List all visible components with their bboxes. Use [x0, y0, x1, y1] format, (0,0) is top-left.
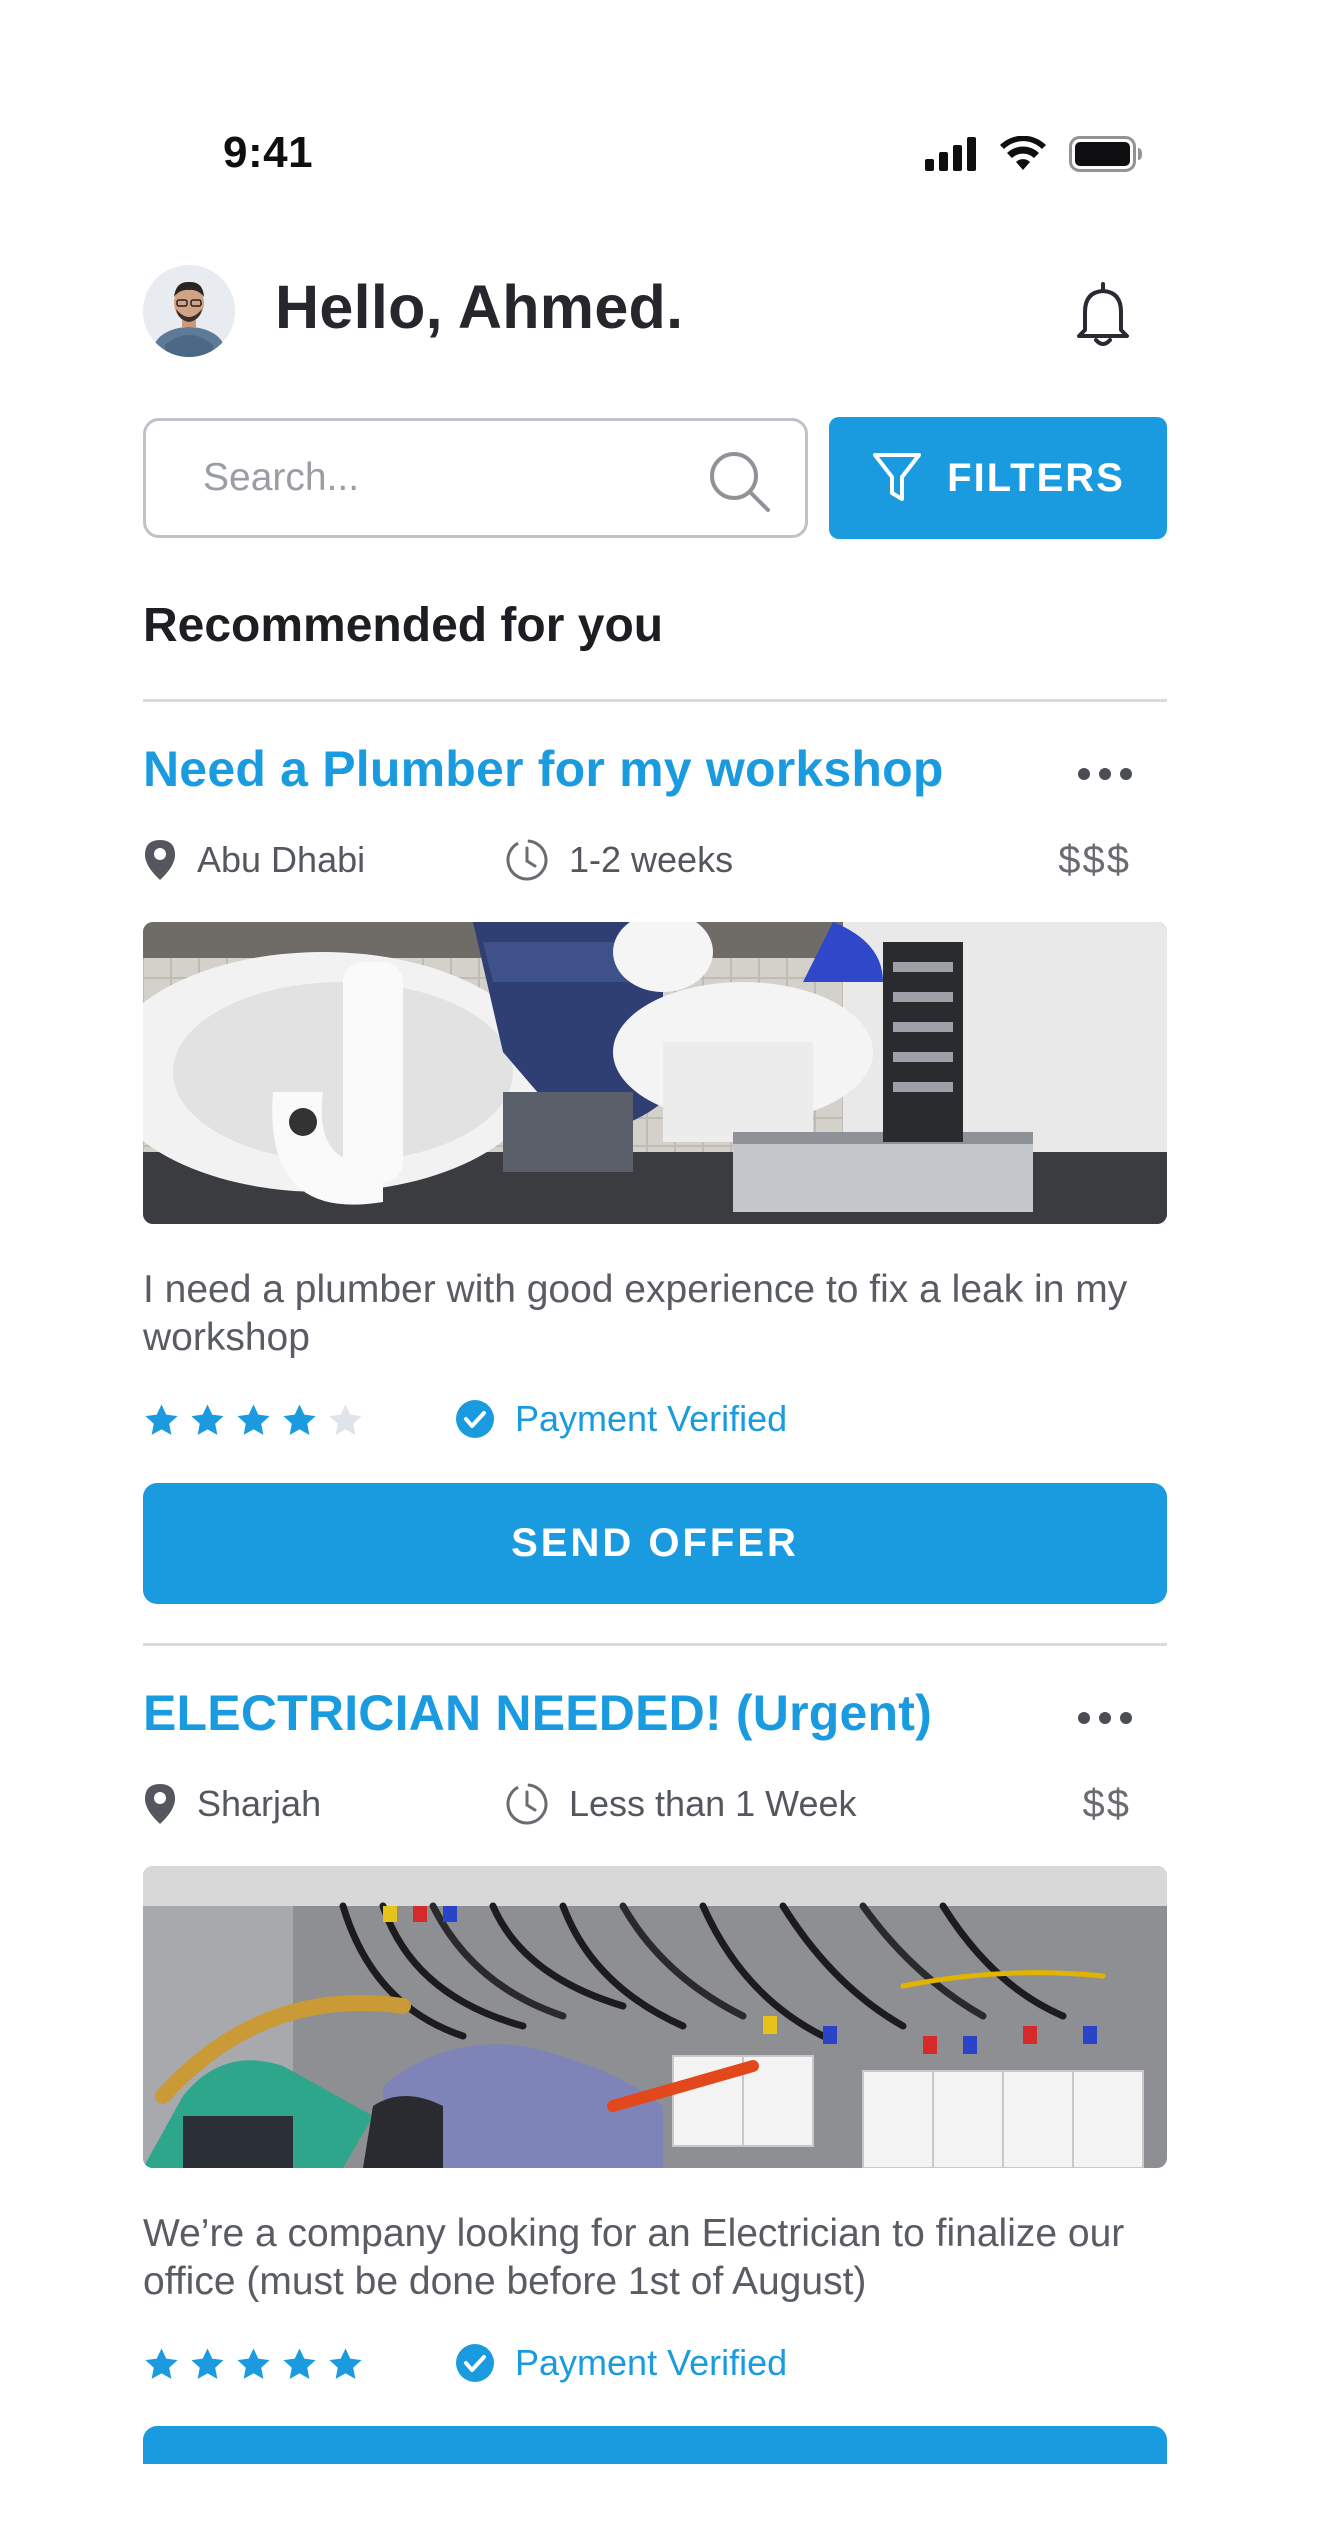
status-icons [925, 136, 1143, 172]
filter-funnel-icon [873, 453, 922, 501]
rating-stars [143, 1403, 364, 1439]
location-pin-icon [145, 1784, 175, 1824]
job-duration-text: 1-2 weeks [569, 839, 734, 880]
job-description: I need a plumber with good experience to… [143, 1268, 1128, 1359]
star-filled-icon [283, 1404, 316, 1435]
star-filled-icon [145, 2348, 178, 2379]
job-title[interactable]: Need a Plumber for my workshop [143, 740, 944, 798]
search-input[interactable] [203, 421, 723, 535]
star-filled-icon [145, 1404, 178, 1435]
plumbing-photo-icon [143, 922, 1167, 1224]
job-title[interactable]: ELECTRICIAN NEEDED! (Urgent) [143, 1684, 932, 1742]
job-location-text: Sharjah [197, 1783, 322, 1824]
payment-verified: Payment Verified [455, 2342, 787, 2384]
more-options-icon[interactable] [1078, 763, 1134, 785]
job-duration-text: Less than 1 Week [569, 1783, 857, 1824]
payment-verified-label: Payment Verified [515, 2342, 788, 2383]
star-filled-icon [237, 1404, 270, 1435]
job-meta-row: Abu Dhabi 1-2 weeks $$$ [143, 838, 1167, 888]
battery-icon [1069, 136, 1142, 172]
filters-button[interactable]: FILTERS [829, 417, 1167, 539]
job-rating-row: Payment Verified [143, 1398, 943, 1448]
more-options-icon[interactable] [1078, 1707, 1134, 1729]
star-filled-icon [237, 2348, 270, 2379]
job-meta-row: Sharjah Less than 1 Week $$ [143, 1782, 1167, 1832]
payment-verified: Payment Verified [455, 1398, 787, 1440]
user-avatar-icon [143, 265, 235, 357]
job-location: Sharjah [143, 1782, 321, 1826]
electrical-panel-photo-icon [143, 1866, 1167, 2168]
job-budget: $$$ [1058, 838, 1131, 882]
job-image-electrical [143, 1866, 1167, 2168]
job-location-text: Abu Dhabi [197, 839, 366, 880]
section-divider [143, 699, 1167, 702]
clock-icon [506, 1783, 548, 1825]
location-pin-icon [145, 840, 175, 880]
job-image-plumbing [143, 922, 1167, 1224]
send-offer-button-clipped[interactable] [143, 2426, 1167, 2464]
star-filled-icon [283, 2348, 316, 2379]
cellular-signal-icon [925, 137, 976, 171]
rating-stars [143, 2347, 364, 2383]
job-location: Abu Dhabi [143, 838, 365, 882]
star-filled-icon [329, 2348, 362, 2379]
job-rating-row: Payment Verified [143, 2342, 943, 2392]
job-duration: Less than 1 Week [505, 1782, 857, 1826]
filters-label: FILTERS [947, 455, 1125, 500]
star-filled-icon [191, 1404, 224, 1435]
job-budget: $$ [1082, 1782, 1131, 1826]
search-icon[interactable] [706, 448, 772, 514]
job-duration: 1-2 weeks [505, 838, 733, 882]
job-description: We’re a company looking for an Electrici… [143, 2212, 1125, 2303]
search-field[interactable] [143, 418, 808, 538]
star-filled-icon [191, 2348, 224, 2379]
status-time: 9:41 [223, 128, 314, 177]
payment-verified-label: Payment Verified [515, 1398, 788, 1439]
verified-check-icon [456, 2344, 494, 2382]
verified-check-icon [456, 1400, 494, 1438]
section-title: Recommended for you [143, 599, 664, 652]
card-divider [143, 1643, 1167, 1646]
clock-icon [506, 839, 548, 881]
avatar[interactable] [143, 265, 235, 357]
notification-bell-icon[interactable] [1073, 282, 1133, 348]
star-empty-icon [329, 1404, 362, 1435]
send-offer-button[interactable]: SEND OFFER [143, 1483, 1167, 1604]
greeting-title: Hello, Ahmed. [275, 273, 684, 341]
wifi-icon [1000, 136, 1046, 170]
